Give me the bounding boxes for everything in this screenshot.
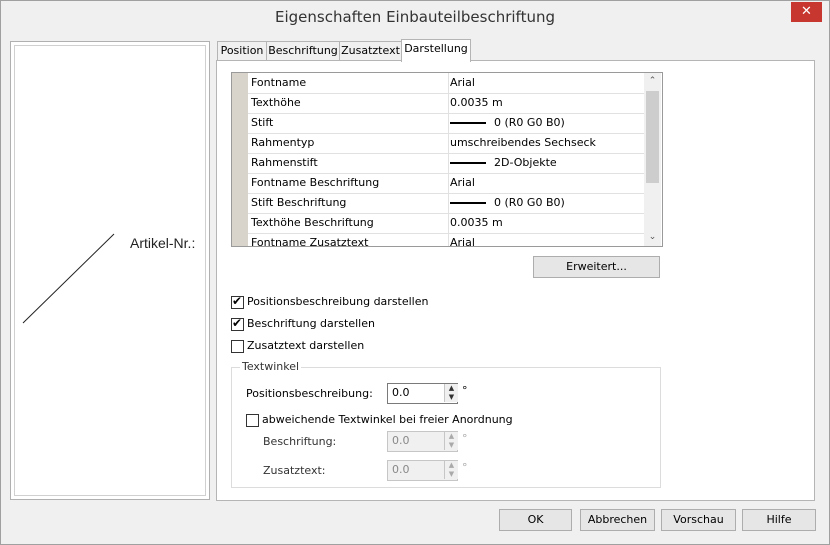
abweichende-checkbox[interactable] — [246, 414, 259, 427]
abbrechen-button[interactable]: Abbrechen — [580, 509, 655, 531]
property-name: Fontname Zusatztext — [248, 233, 449, 246]
preview-leader-line — [22, 233, 115, 324]
property-row[interactable]: Texthöhe Beschriftung 0.0035 m — [248, 213, 644, 234]
hilfe-button[interactable]: Hilfe — [742, 509, 816, 531]
vorschau-button[interactable]: Vorschau — [661, 509, 736, 531]
spinner-buttons: ▲ ▼ — [444, 461, 458, 480]
window-title: Eigenschaften Einbauteilbeschriftung — [275, 8, 555, 26]
ok-button[interactable]: OK — [499, 509, 572, 531]
property-row[interactable]: Fontname Beschriftung Arial — [248, 173, 644, 194]
check-icon: ✔ — [232, 316, 243, 330]
spinner-buttons: ▲ ▼ — [444, 384, 458, 403]
zusatztext-angle-spinner[interactable]: 0.0 ▲ ▼ — [387, 460, 458, 481]
property-grid-scrollbar[interactable]: ⌃ ⌄ — [644, 73, 661, 246]
pen-line-icon — [450, 162, 486, 164]
preview-drawing — [22, 233, 115, 324]
zusatztext-checkbox[interactable] — [231, 340, 244, 353]
pen-line-icon — [450, 122, 486, 124]
preview-pane: Artikel-Nr.: — [10, 41, 210, 500]
scroll-thumb[interactable] — [646, 91, 659, 183]
property-row[interactable]: Rahmenstift 2D-Objekte — [248, 153, 644, 174]
property-row[interactable]: Texthöhe 0.0035 m — [248, 93, 644, 114]
property-name: Stift — [248, 113, 449, 133]
property-grid: Fontname Arial Texthöhe 0.0035 m Stift 0 (R0 … — [231, 72, 663, 247]
degree-unit: ° — [462, 461, 468, 474]
close-button[interactable]: ✕ — [791, 2, 822, 22]
spinner-buttons: ▲ ▼ — [444, 432, 458, 451]
property-value-text: 0 (R0 G0 B0) — [494, 116, 565, 129]
spin-up-icon[interactable]: ▲ — [444, 461, 458, 470]
zusatztext-checkbox-label[interactable]: Zusatztext darstellen — [247, 339, 364, 352]
spin-down-icon[interactable]: ▼ — [444, 441, 458, 450]
property-row[interactable]: Fontname Zusatztext Arial — [248, 233, 645, 246]
tab-position[interactable]: Position — [217, 41, 267, 61]
property-value[interactable]: 0.0035 m — [447, 93, 645, 113]
property-name: Texthöhe — [248, 93, 449, 113]
positionsbeschreibung-checkbox[interactable]: ✔ — [231, 294, 244, 309]
close-icon: ✕ — [801, 4, 812, 19]
positionsbeschreibung-checkbox-label[interactable]: Positionsbeschreibung darstellen — [247, 295, 428, 308]
preview-label: Artikel-Nr.: — [130, 235, 196, 251]
abweichende-checkbox-label[interactable]: abweichende Textwinkel bei freier Anordn… — [262, 413, 513, 426]
tab-zusatztext[interactable]: Zusatztext — [339, 41, 402, 61]
property-value[interactable]: 0 (R0 G0 B0) — [447, 193, 645, 213]
textwinkel-group: Textwinkel Positionsbeschreibung: 0.0 ▲ … — [231, 360, 661, 488]
degree-unit: ° — [462, 384, 468, 397]
beschriftung-angle-input[interactable]: 0.0 — [392, 434, 410, 447]
property-row[interactable]: Stift Beschriftung 0 (R0 G0 B0) — [248, 193, 644, 214]
spin-down-icon[interactable]: ▼ — [444, 470, 458, 479]
property-name: Fontname Beschriftung — [248, 173, 449, 193]
spin-up-icon[interactable]: ▲ — [444, 384, 458, 393]
dialog-window: Eigenschaften Einbauteilbeschriftung ✕ A… — [0, 0, 830, 545]
property-name: Fontname — [248, 73, 449, 93]
scroll-up-icon[interactable]: ⌃ — [644, 73, 661, 90]
tab-beschriftung[interactable]: Beschriftung — [266, 41, 340, 61]
darstellung-panel: Fontname Arial Texthöhe 0.0035 m Stift 0 (R0 … — [216, 60, 815, 501]
check-icon: ✔ — [232, 294, 243, 308]
property-name: Texthöhe Beschriftung — [248, 213, 449, 233]
property-row[interactable]: Stift 0 (R0 G0 B0) — [248, 113, 644, 134]
textwinkel-title: Textwinkel — [240, 360, 302, 373]
positionsbeschreibung-angle-input[interactable]: 0.0 — [392, 386, 410, 399]
property-value[interactable]: Arial — [447, 173, 645, 193]
property-value[interactable]: Arial — [447, 73, 645, 93]
erweitert-button[interactable]: Erweitert... — [533, 256, 660, 278]
positionsbeschreibung-angle-spinner[interactable]: 0.0 ▲ ▼ — [387, 383, 458, 404]
property-name: Rahmenstift — [248, 153, 449, 173]
beschriftung-checkbox[interactable]: ✔ — [231, 316, 244, 331]
property-row[interactable]: Fontname Arial — [248, 73, 644, 94]
property-name: Rahmentyp — [248, 133, 449, 153]
grid-margin — [232, 73, 248, 246]
property-row[interactable]: Rahmentyp umschreibendes Sechseck — [248, 133, 644, 154]
property-name: Stift Beschriftung — [248, 193, 449, 213]
property-value-text: 0 (R0 G0 B0) — [494, 196, 565, 209]
property-value[interactable]: 0 (R0 G0 B0) — [447, 113, 645, 133]
title-bar: Eigenschaften Einbauteilbeschriftung ✕ — [1, 1, 829, 32]
zusatztext-angle-label: Zusatztext: — [263, 464, 326, 477]
spin-up-icon[interactable]: ▲ — [444, 432, 458, 441]
zusatztext-angle-input[interactable]: 0.0 — [392, 463, 410, 476]
positionsbeschreibung-angle-label: Positionsbeschreibung: — [246, 387, 373, 400]
pen-line-icon — [450, 202, 486, 204]
scroll-down-icon[interactable]: ⌄ — [644, 229, 661, 246]
property-value[interactable]: 2D-Objekte — [447, 153, 645, 173]
beschriftung-angle-label: Beschriftung: — [263, 435, 337, 448]
tab-darstellung[interactable]: Darstellung — [401, 39, 471, 62]
property-value[interactable]: Arial — [447, 233, 645, 246]
property-value[interactable]: umschreibendes Sechseck — [447, 133, 645, 153]
beschriftung-angle-spinner[interactable]: 0.0 ▲ ▼ — [387, 431, 458, 452]
beschriftung-checkbox-label[interactable]: Beschriftung darstellen — [247, 317, 375, 330]
property-value-text: 2D-Objekte — [494, 156, 557, 169]
property-value[interactable]: 0.0035 m — [447, 213, 645, 233]
degree-unit: ° — [462, 432, 468, 445]
spin-down-icon[interactable]: ▼ — [444, 393, 458, 402]
